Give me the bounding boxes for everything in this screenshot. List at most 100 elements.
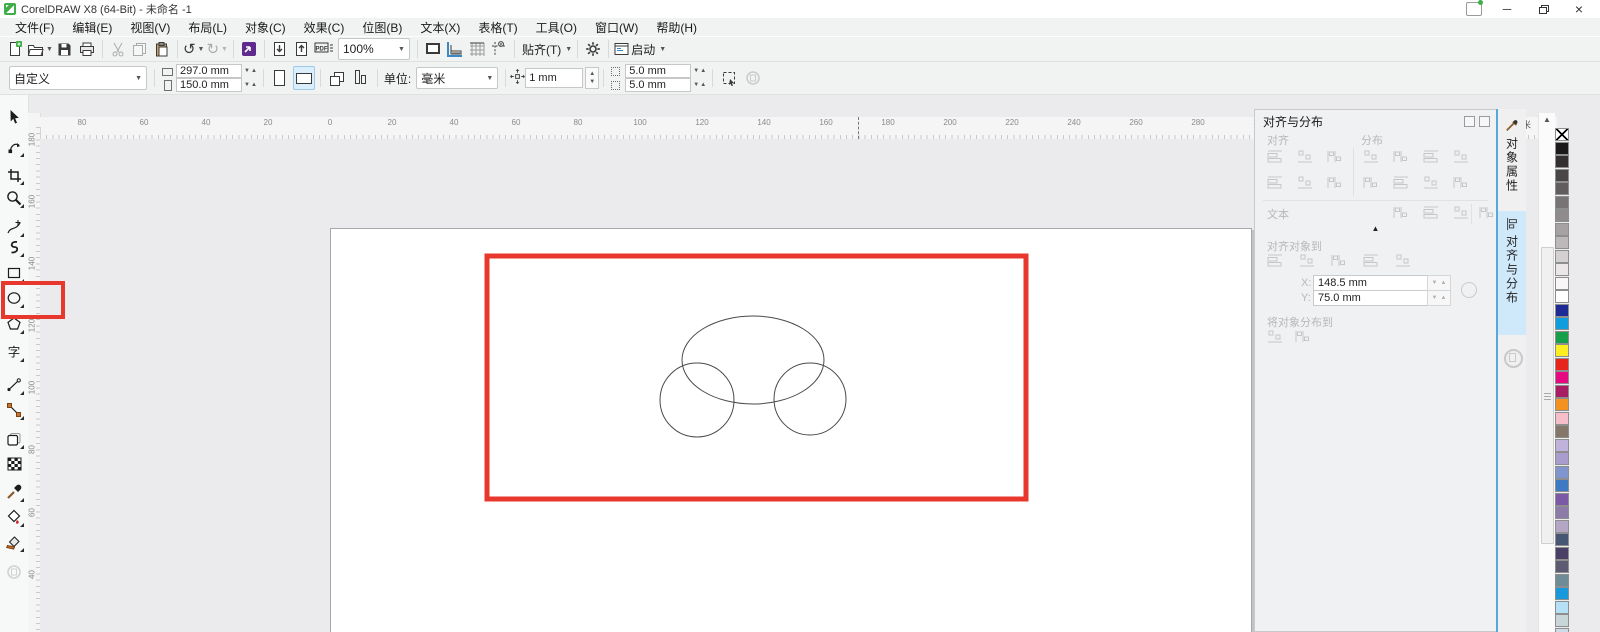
color-swatch-#c9d6d9[interactable]: [1555, 614, 1569, 627]
dist-spacing-h-icon[interactable]: [1419, 146, 1443, 166]
color-swatch-#7b59a6[interactable]: [1555, 493, 1569, 506]
color-swatch-#179e4b[interactable]: [1555, 331, 1569, 344]
color-swatch-#f8f6f6[interactable]: [1555, 277, 1569, 290]
color-swatch-#fcee21[interactable]: [1555, 344, 1569, 357]
save-icon[interactable]: [55, 39, 75, 59]
transparency-tool[interactable]: [2, 452, 26, 476]
quick-customize-button[interactable]: [1504, 349, 1523, 368]
align-to-active-object-icon[interactable]: [1263, 250, 1287, 270]
align-to-point-icon[interactable]: [1391, 250, 1415, 270]
interactive-fill-tool[interactable]: [2, 505, 26, 529]
color-swatch-#bdb9ba[interactable]: [1555, 236, 1569, 249]
menu-item-2[interactable]: 视图(V): [121, 18, 179, 36]
open-icon[interactable]: ▼: [27, 39, 53, 59]
launch-button[interactable]: 启动▼: [614, 39, 666, 59]
menu-item-8[interactable]: 表格(T): [469, 18, 526, 36]
text-tool[interactable]: 字: [2, 340, 26, 364]
color-swatch-#847668[interactable]: [1555, 425, 1569, 438]
y-coordinate-input[interactable]: 75.0 mm: [1313, 290, 1433, 306]
units-combo[interactable]: 毫米 ▼: [416, 67, 498, 89]
duplicate-x-input[interactable]: 5.0 mm: [625, 64, 691, 78]
artistic-media-tool[interactable]: [2, 235, 26, 259]
vertical-scrollbar[interactable]: ▲: [1538, 113, 1555, 632]
dist-to-selection-icon[interactable]: [1263, 326, 1287, 346]
color-swatch-#1c191a[interactable]: [1555, 142, 1569, 155]
align-left-icon[interactable]: [1263, 146, 1287, 166]
dist-center-h-icon[interactable]: [1389, 146, 1413, 166]
page-width-spinner[interactable]: ▼▲: [244, 68, 257, 74]
options-gear-icon[interactable]: [583, 39, 603, 59]
text-last-baseline-icon[interactable]: [1419, 202, 1443, 222]
fountain-fill-button[interactable]: [742, 66, 764, 90]
color-swatch-#b3a7c5[interactable]: [1555, 520, 1569, 533]
color-swatch-#a6a2a3[interactable]: [1555, 223, 1569, 236]
docker-flyout-icon[interactable]: [1464, 116, 1475, 127]
page-height-spinner[interactable]: ▼▲: [244, 82, 257, 88]
docker-close-icon[interactable]: [1479, 116, 1490, 127]
menu-item-9[interactable]: 工具(O): [527, 18, 586, 36]
drop-shadow-tool[interactable]: [2, 427, 26, 451]
align-to-page-edge-icon[interactable]: [1295, 250, 1319, 270]
connector-tool[interactable]: [2, 398, 26, 422]
color-swatch-#f6bec8[interactable]: [1555, 412, 1569, 425]
scrollbar-thumb[interactable]: [1541, 247, 1554, 544]
eyedropper-tool[interactable]: [2, 480, 26, 504]
nudge-spinner[interactable]: ▲▼: [585, 67, 599, 89]
copy-icon[interactable]: [130, 39, 150, 59]
color-swatch-#8d7ba8[interactable]: [1555, 506, 1569, 519]
text-first-baseline-icon[interactable]: [1389, 202, 1413, 222]
preset-combo[interactable]: 自定义 ▼: [9, 66, 147, 90]
color-swatch-#4a4065[interactable]: [1555, 547, 1569, 560]
treat-as-filled-button[interactable]: [718, 66, 740, 90]
color-swatch-#bfb3dc[interactable]: [1555, 439, 1569, 452]
nudge-input[interactable]: 1 mm: [525, 68, 583, 88]
dist-to-page-icon[interactable]: [1291, 326, 1315, 346]
scroll-up-icon[interactable]: ▲: [1539, 115, 1555, 124]
color-swatch-#d4d0d1[interactable]: [1555, 250, 1569, 263]
zoom-tool[interactable]: [2, 186, 26, 210]
show-rulers-icon[interactable]: [445, 39, 465, 59]
align-to-page-center-icon[interactable]: [1327, 250, 1351, 270]
menu-item-5[interactable]: 效果(C): [295, 18, 354, 36]
minimize-button[interactable]: ─: [1496, 2, 1518, 16]
menu-item-1[interactable]: 编辑(E): [63, 18, 121, 36]
no-color-swatch[interactable]: [1555, 128, 1569, 141]
align-bottom-icon[interactable]: [1323, 172, 1347, 192]
color-swatch-#ebe7e8[interactable]: [1555, 263, 1569, 276]
menu-item-0[interactable]: 文件(F): [6, 18, 63, 36]
color-swatch-#332f30[interactable]: [1555, 155, 1569, 168]
menu-item-6[interactable]: 位图(B): [353, 18, 411, 36]
color-swatch-#4a4647[interactable]: [1555, 169, 1569, 182]
color-swatch-#6f8b96[interactable]: [1555, 574, 1569, 587]
more-tools-button[interactable]: [2, 560, 26, 584]
print-icon[interactable]: [77, 39, 97, 59]
new-doc-icon[interactable]: [5, 39, 25, 59]
text-bounding-box-icon[interactable]: [1449, 202, 1473, 222]
drawn-ellipse-0[interactable]: [682, 316, 824, 404]
undo-icon[interactable]: ↺▼: [183, 39, 205, 59]
menu-item-4[interactable]: 对象(C): [236, 18, 295, 36]
y-spinner[interactable]: ▼▲: [1427, 290, 1451, 306]
page-width-input[interactable]: 297.0 mm: [176, 64, 242, 78]
color-swatch-#787475[interactable]: [1555, 196, 1569, 209]
color-swatch-#1f2b94[interactable]: [1555, 304, 1569, 317]
portrait-button[interactable]: [269, 66, 291, 90]
color-swatch-#615d5e[interactable]: [1555, 182, 1569, 195]
dist-bottom-icon[interactable]: [1449, 172, 1473, 192]
color-swatch-#e8251d[interactable]: [1555, 358, 1569, 371]
duplicate-y-input[interactable]: 5.0 mm: [625, 78, 691, 92]
color-swatch-#0e9ddd[interactable]: [1555, 317, 1569, 330]
align-to-grid-icon[interactable]: [1359, 250, 1383, 270]
duplicate-y-spinner[interactable]: ▼▲: [693, 82, 706, 88]
account-sign-in-icon[interactable]: [1466, 2, 1482, 16]
menu-item-7[interactable]: 文本(X): [411, 18, 469, 36]
color-swatch-#3e7ac4[interactable]: [1555, 479, 1569, 492]
align-middle-v-icon[interactable]: [1293, 172, 1317, 192]
dist-spacing-v-icon[interactable]: [1419, 172, 1443, 192]
color-swatch-#a81e62[interactable]: [1555, 385, 1569, 398]
dist-right-icon[interactable]: [1449, 146, 1473, 166]
align-center-h-icon[interactable]: [1293, 146, 1317, 166]
specify-point-button[interactable]: [1461, 282, 1477, 298]
x-spinner[interactable]: ▼▲: [1427, 275, 1451, 291]
align-top-icon[interactable]: [1263, 172, 1287, 192]
